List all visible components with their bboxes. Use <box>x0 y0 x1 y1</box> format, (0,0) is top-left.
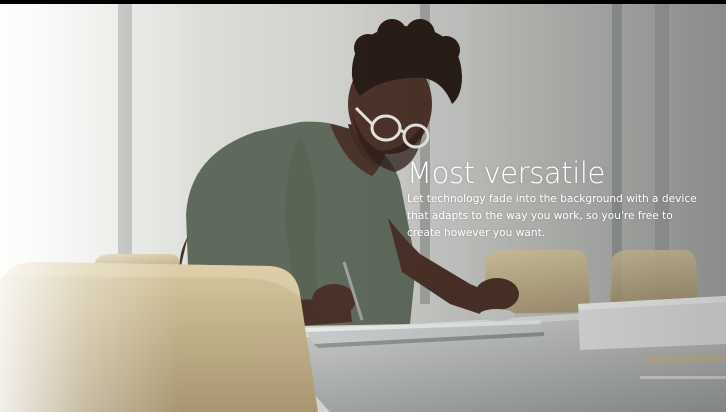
hero-caption: Most versatile Let technology fade into … <box>407 158 707 242</box>
hero-banner: Most versatile Let technology fade into … <box>0 0 726 412</box>
hero-description: Let technology fade into the background … <box>407 193 697 240</box>
hero-title: Most versatile <box>407 156 605 190</box>
